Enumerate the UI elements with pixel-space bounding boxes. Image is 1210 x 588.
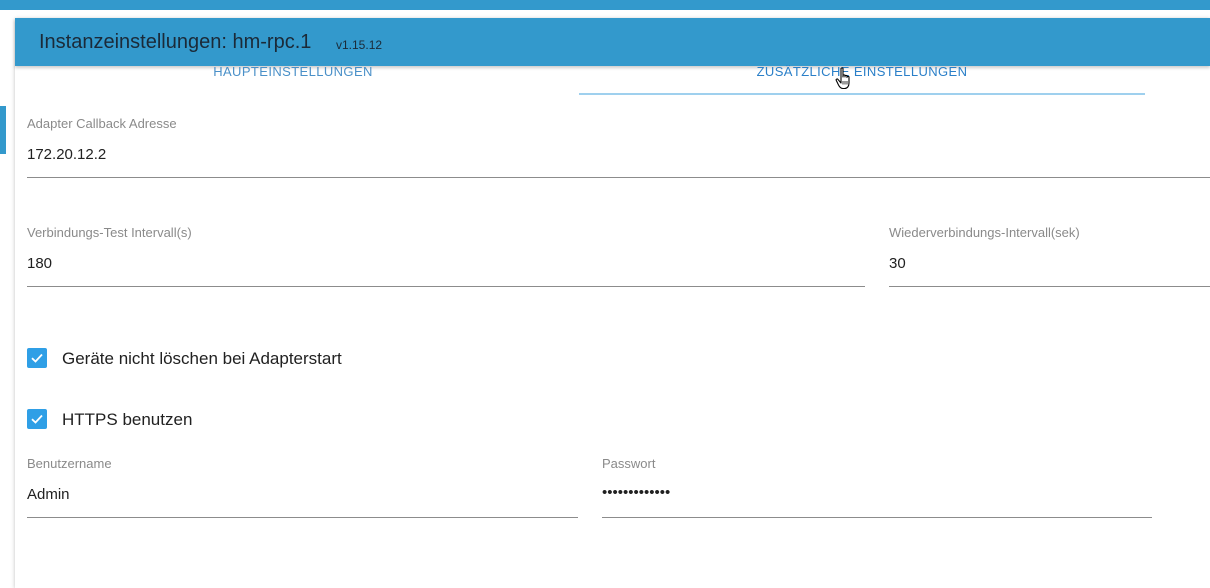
username-input[interactable]: Admin	[27, 486, 70, 503]
use-https-checkbox-row[interactable]: HTTPS benutzen	[27, 409, 207, 431]
reconnect-interval-label: Wiederverbindungs-Intervall(sek)	[889, 225, 1080, 240]
username-underline	[27, 517, 578, 518]
username-field[interactable]: Benutzername Admin	[27, 456, 578, 520]
password-label: Passwort	[602, 456, 656, 471]
reconnect-interval-underline	[889, 286, 1210, 287]
username-label: Benutzername	[27, 456, 112, 471]
use-https-checkbox[interactable]	[27, 409, 47, 429]
tab-main-settings[interactable]: HAUPTEINSTELLUNGEN	[10, 64, 576, 94]
reconnect-interval-input[interactable]: 30	[889, 255, 906, 272]
check-interval-label: Verbindungs-Test Intervall(s)	[27, 225, 192, 240]
check-interval-input[interactable]: 180	[27, 255, 52, 272]
check-interval-underline	[27, 286, 865, 287]
callback-address-field[interactable]: Adapter Callback Adresse 172.20.12.2	[27, 116, 1210, 180]
use-https-label: HTTPS benutzen	[62, 410, 193, 429]
callback-address-underline	[27, 177, 1210, 178]
dont-delete-devices-checkbox[interactable]	[27, 348, 47, 368]
reconnect-interval-field[interactable]: Wiederverbindungs-Intervall(sek) 30	[889, 225, 1210, 289]
dont-delete-devices-label: Geräte nicht löschen bei Adapterstart	[62, 349, 342, 368]
tab-additional-settings-label: ZUSÄTZLICHE EINSTELLUNGEN	[756, 64, 968, 79]
callback-address-input[interactable]: 172.20.12.2	[27, 146, 106, 163]
password-underline	[602, 517, 1152, 518]
callback-address-label: Adapter Callback Adresse	[27, 116, 177, 131]
check-icon	[31, 353, 43, 363]
tab-main-settings-label: HAUPTEINSTELLUNGEN	[213, 64, 373, 79]
dialog-title: Instanzeinstellungen: hm-rpc.1	[39, 31, 312, 53]
top-app-bar-edge	[0, 0, 1210, 10]
tab-additional-settings[interactable]: ZUSÄTZLICHE EINSTELLUNGEN	[579, 64, 1145, 94]
dont-delete-devices-checkbox-row[interactable]: Geräte nicht löschen bei Adapterstart	[27, 348, 367, 370]
dialog-header: Instanzeinstellungen: hm-rpc.1 v1.15.12	[15, 18, 1210, 66]
check-interval-field[interactable]: Verbindungs-Test Intervall(s) 180	[27, 225, 865, 289]
password-field[interactable]: Passwort •••••••••••••	[602, 456, 1152, 520]
check-icon	[31, 414, 43, 424]
adapter-version: v1.15.12	[336, 38, 383, 52]
hand-pointer-icon	[835, 67, 850, 90]
password-input[interactable]: •••••••••••••	[602, 484, 670, 501]
active-tab-indicator	[579, 93, 1145, 95]
sidebar-active-indicator	[0, 106, 6, 154]
